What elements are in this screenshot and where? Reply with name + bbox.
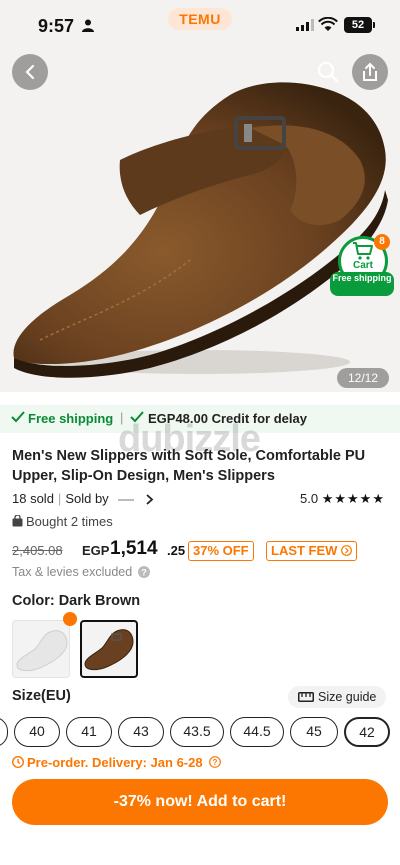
size-option[interactable]: 45 <box>290 717 338 747</box>
bought-count: Bought 2 times <box>12 514 113 529</box>
cart-label: Cart <box>352 260 373 271</box>
size-option[interactable]: 43.5 <box>170 717 224 747</box>
chevron-left-icon <box>25 64 35 80</box>
size-option[interactable]: 41 <box>66 717 112 747</box>
size-option[interactable]: 40 <box>14 717 60 747</box>
size-option[interactable]: 43 <box>118 717 164 747</box>
color-swatch-dark-brown[interactable] <box>80 620 138 678</box>
color-swatch-white[interactable] <box>12 620 70 678</box>
search-icon <box>317 61 339 83</box>
floating-cart-button[interactable]: Cart 8 Free shipping <box>330 234 394 302</box>
size-guide-button[interactable]: Size guide <box>288 686 386 708</box>
battery-icon: 52 <box>344 17 375 33</box>
status-bar: 9:57 TEMU 52 <box>0 0 400 50</box>
preorder-delivery[interactable]: Pre-order. Delivery: Jan 6-28 ? <box>11 755 222 770</box>
sold-by-link[interactable]: Sold by <box>65 491 108 506</box>
signal-icon <box>296 19 314 31</box>
currency: EGP <box>82 543 110 558</box>
size-label: Size(EU) <box>12 688 71 704</box>
add-to-cart-button[interactable]: -37% now! Add to cart! <box>12 779 388 825</box>
clock-icon <box>11 755 25 769</box>
wifi-icon <box>318 17 338 31</box>
back-button[interactable] <box>12 54 48 90</box>
cart-free-shipping-badge: Free shipping <box>330 272 394 296</box>
shopping-bag-icon <box>12 514 23 527</box>
brown-shoe-thumbnail <box>84 629 134 671</box>
rating[interactable]: 5.0 ★★★★★ <box>300 491 385 507</box>
ruler-icon <box>298 692 314 702</box>
share-icon <box>363 62 377 81</box>
bottom-bar: -37% now! Add to cart! <box>0 773 400 865</box>
help-icon[interactable]: ? <box>137 566 150 578</box>
chevron-right-icon[interactable] <box>146 494 154 505</box>
check-icon <box>11 411 25 423</box>
product-title: Men's New Slippers with Soft Sole, Comfo… <box>12 448 366 484</box>
size-option[interactable]: 44.5 <box>230 717 284 747</box>
svg-text:?: ? <box>213 758 218 767</box>
cart-count-badge: 8 <box>374 234 390 250</box>
temu-app-pill[interactable]: TEMU <box>168 8 232 30</box>
status-time: 9:57 <box>38 16 75 36</box>
search-button[interactable] <box>310 54 346 90</box>
original-price: 2,405.08 <box>12 543 63 558</box>
person-icon <box>82 19 94 32</box>
sold-count: 18 sold <box>12 491 54 506</box>
size-options: 40 41 43 43.5 44.5 45 42 <box>0 717 400 749</box>
tax-note[interactable]: Tax & levies excluded ? <box>12 565 150 579</box>
image-counter: 12/12 <box>337 368 389 388</box>
white-shoe-thumbnail <box>16 630 68 672</box>
rating-value: 5.0 <box>300 491 319 506</box>
product-image-gallery[interactable]: Cart 8 Free shipping 12/12 <box>0 50 400 392</box>
current-price-decimals: .25 <box>167 543 186 558</box>
size-option-selected[interactable]: 42 <box>344 717 390 747</box>
price-row: 2,405.08 EGP 1,514 .25 37% OFF LAST FEW <box>12 538 392 562</box>
help-icon[interactable]: ? <box>209 756 222 768</box>
seller-logo <box>118 498 135 501</box>
product-photo-brown-shoe <box>13 82 388 378</box>
cart-icon <box>353 242 373 260</box>
hot-icon <box>63 612 77 626</box>
color-label: Color: Dark Brown <box>12 593 141 609</box>
share-button[interactable] <box>352 54 388 90</box>
free-shipping-text: Free shipping <box>28 411 114 426</box>
last-few-badge[interactable]: LAST FEW <box>266 541 358 561</box>
sales-meta: 18 sold | Sold by <box>12 491 154 506</box>
current-price: 1,514 <box>110 538 158 559</box>
size-option-partial[interactable] <box>0 717 8 747</box>
star-rating-icons: ★★★★★ <box>321 491 385 506</box>
svg-text:?: ? <box>141 568 147 578</box>
discount-badge: 37% OFF <box>188 541 254 561</box>
chevron-right-circle-icon <box>341 545 352 556</box>
